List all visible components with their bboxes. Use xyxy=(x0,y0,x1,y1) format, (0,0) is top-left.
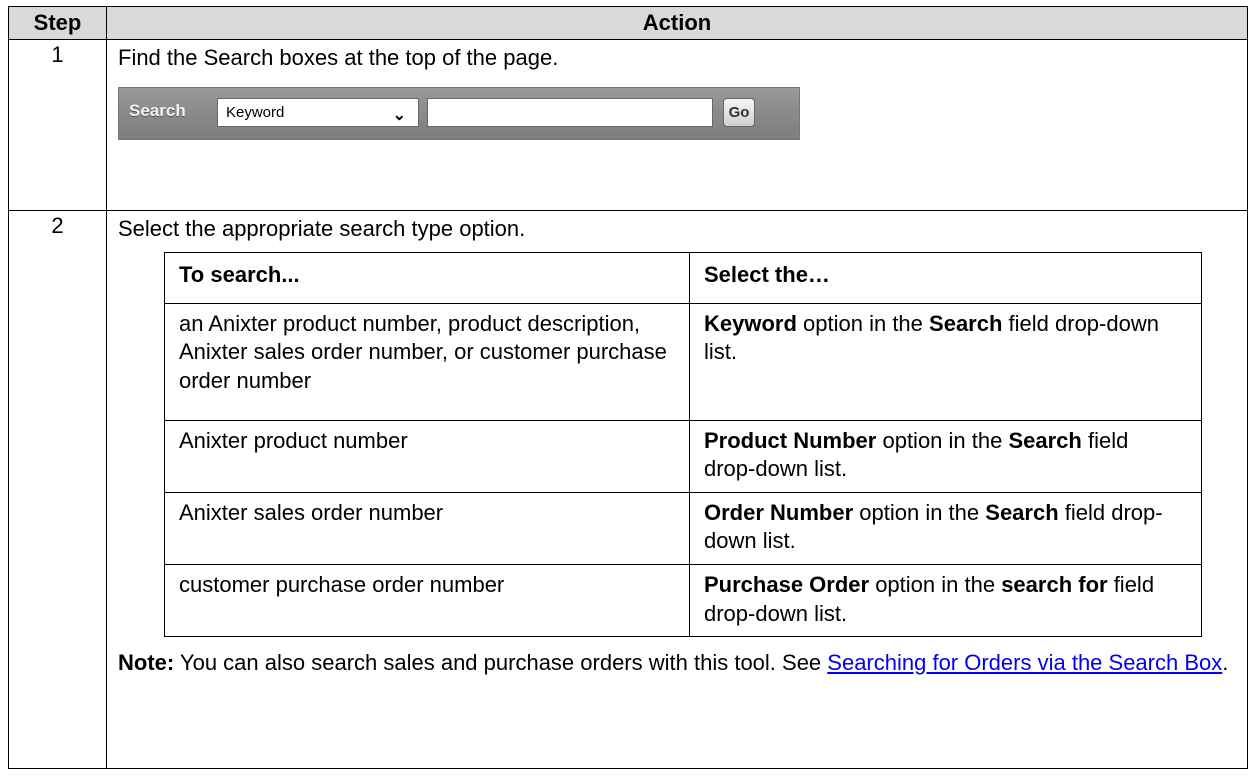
search-type-select[interactable]: Keyword ⌄ xyxy=(217,97,419,127)
step-text: Find the Search boxes at the top of the … xyxy=(118,45,559,70)
search-label: Search xyxy=(129,100,186,120)
action-cell: Find the Search boxes at the top of the … xyxy=(106,39,1248,211)
option-instruction: Keyword option in the Search field drop-… xyxy=(689,302,1202,421)
chevron-down-icon: ⌄ xyxy=(392,106,406,124)
step-text: Select the appropriate search type optio… xyxy=(118,216,526,241)
option-row: an Anixter product number, product descr… xyxy=(164,302,1202,421)
option-instruction: Purchase Order option in the search for … xyxy=(689,563,1202,638)
note-label: Note: xyxy=(118,650,175,676)
option-instruction: Order Number option in the Search field … xyxy=(689,491,1202,565)
option-instruction: Product Number option in the Search fiel… xyxy=(689,419,1202,493)
action-cell: Select the appropriate search type optio… xyxy=(106,210,1248,769)
procedure-table: Step Action 1 Find the Search boxes at t… xyxy=(8,6,1248,769)
search-bar-image: Search Keyword ⌄ Go xyxy=(118,86,800,140)
options-header-row: To search... Select the… xyxy=(164,251,1202,304)
option-row: Anixter sales order number Order Number … xyxy=(164,491,1202,565)
option-target: an Anixter product number, product descr… xyxy=(164,302,690,421)
option-target: customer purchase order number xyxy=(164,563,690,638)
header-row: Step Action xyxy=(8,6,1248,40)
note-paragraph: Note: You can also search sales and purc… xyxy=(118,649,1235,678)
search-type-value: Keyword xyxy=(226,103,285,121)
step-number: 1 xyxy=(8,39,107,211)
search-options-table: To search... Select the… an Anixter prod… xyxy=(164,251,1202,638)
note-text: You can also search sales and purchase o… xyxy=(174,650,828,676)
option-row: customer purchase order number Purchase … xyxy=(164,563,1202,638)
note-end: . xyxy=(1222,650,1229,676)
searching-orders-link[interactable]: Searching for Orders via the Search Box xyxy=(827,650,1222,675)
action-header: Action xyxy=(106,6,1248,40)
search-input[interactable] xyxy=(427,97,713,127)
step-row-1: 1 Find the Search boxes at the top of th… xyxy=(8,39,1248,211)
option-target: Anixter sales order number xyxy=(164,491,690,565)
go-button[interactable]: Go xyxy=(723,97,755,127)
step-row-2: 2 Select the appropriate search type opt… xyxy=(8,210,1248,769)
select-the-header: Select the… xyxy=(689,251,1202,304)
option-target: Anixter product number xyxy=(164,419,690,493)
step-header: Step xyxy=(8,6,107,40)
step-number: 2 xyxy=(8,210,107,769)
option-row: Anixter product number Product Number op… xyxy=(164,419,1202,493)
to-search-header: To search... xyxy=(164,251,690,304)
